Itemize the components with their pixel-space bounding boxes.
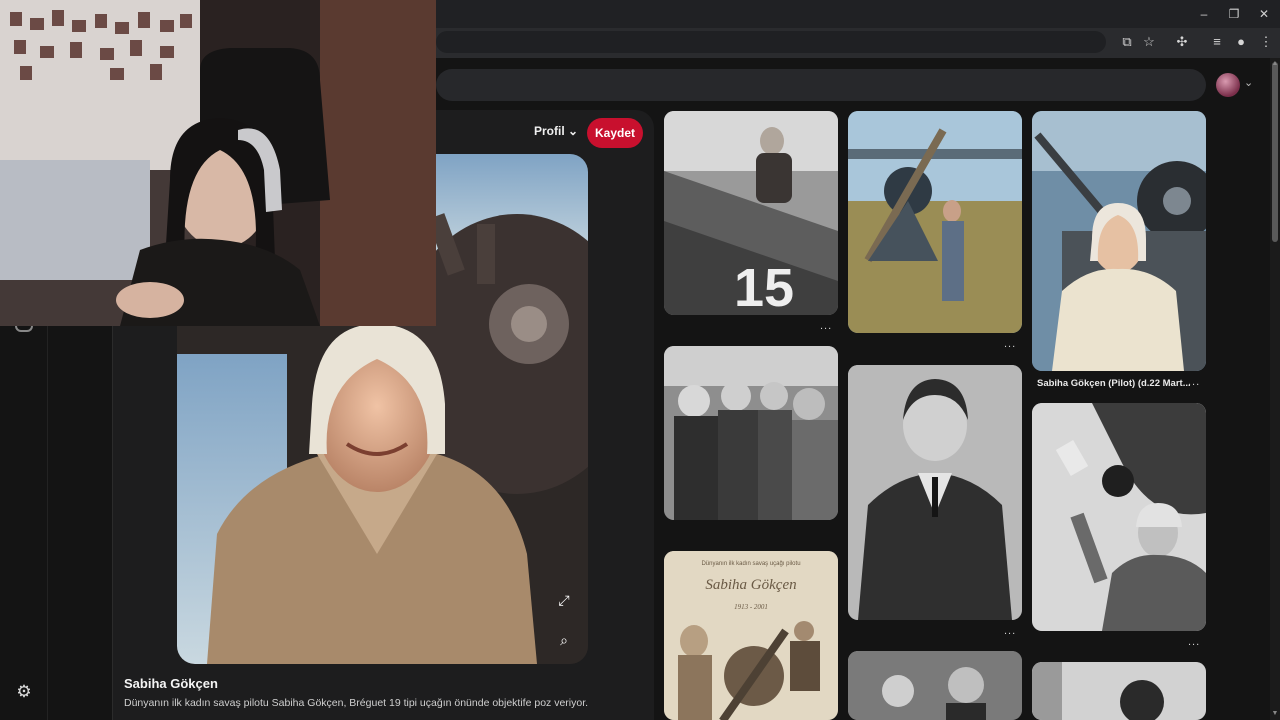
address-bar[interactable] xyxy=(436,31,1106,53)
media-icon[interactable]: ≡ xyxy=(1208,33,1226,51)
grid-pin-7[interactable]: Dünyanın ilk kadın savaş uçağı pilotu Sa… xyxy=(664,551,838,720)
pin-title: Sabiha Gökçen xyxy=(124,676,218,691)
more-options-icon[interactable]: ... xyxy=(820,320,832,332)
search-input[interactable] xyxy=(436,69,1206,101)
scroll-up-icon[interactable]: ▲ xyxy=(1271,60,1279,68)
poster-years: 1913 - 2001 xyxy=(734,603,768,611)
save-button[interactable]: Kaydet xyxy=(587,118,643,148)
scrollbar-thumb[interactable] xyxy=(1272,62,1278,242)
grid-pin-5[interactable] xyxy=(848,365,1022,620)
grid-pin-8[interactable] xyxy=(848,651,1022,720)
cast-icon[interactable]: ⧉ xyxy=(1118,33,1136,51)
menu-icon[interactable]: ⋮ xyxy=(1257,33,1275,51)
grid-pin-2[interactable] xyxy=(848,111,1022,333)
chevron-down-icon[interactable]: ⌄ xyxy=(1244,76,1253,89)
profile-icon[interactable]: ● xyxy=(1232,33,1250,51)
more-options-icon[interactable]: ... xyxy=(1004,625,1016,637)
expand-icon[interactable]: ⤢ xyxy=(550,586,578,614)
svg-text:15: 15 xyxy=(734,258,794,315)
chevron-down-icon: ⌄ xyxy=(568,124,579,138)
more-options-icon[interactable]: ... xyxy=(1004,338,1016,350)
close-button[interactable]: ✕ xyxy=(1254,5,1274,23)
restore-button[interactable]: ❐ xyxy=(1224,5,1244,23)
more-options-icon[interactable]: ... xyxy=(1188,376,1200,388)
webcam-overlay xyxy=(0,0,436,326)
grid-pin-6[interactable] xyxy=(1032,403,1206,631)
extensions-icon[interactable]: ✣ xyxy=(1173,33,1191,51)
grid-pin-1[interactable]: 15 xyxy=(664,111,838,315)
visual-search-icon[interactable]: ⌕ xyxy=(550,626,578,654)
poster-title: Sabiha Gökçen xyxy=(705,577,796,593)
star-icon[interactable]: ☆ xyxy=(1140,33,1158,51)
grid-pin-caption[interactable]: Sabiha Gökçen (Pilot) (d.22 Mart... xyxy=(1037,378,1191,389)
settings-icon[interactable]: ⚙ xyxy=(14,682,34,702)
pin-description: Dünyanın ilk kadın savaş pilotu Sabiha G… xyxy=(124,697,589,709)
poster-subtitle: Dünyanın ilk kadın savaş uçağı pilotu xyxy=(701,561,800,567)
grid-pin-3[interactable] xyxy=(1032,111,1206,371)
more-options-icon[interactable]: ... xyxy=(1188,636,1200,648)
profile-dropdown[interactable]: Profil ⌄ xyxy=(534,124,578,138)
minimize-button[interactable]: – xyxy=(1194,5,1214,23)
user-avatar[interactable] xyxy=(1216,73,1240,97)
grid-pin-4[interactable] xyxy=(664,346,838,520)
scroll-down-icon[interactable]: ▼ xyxy=(1271,710,1279,718)
grid-pin-9[interactable] xyxy=(1032,662,1206,720)
